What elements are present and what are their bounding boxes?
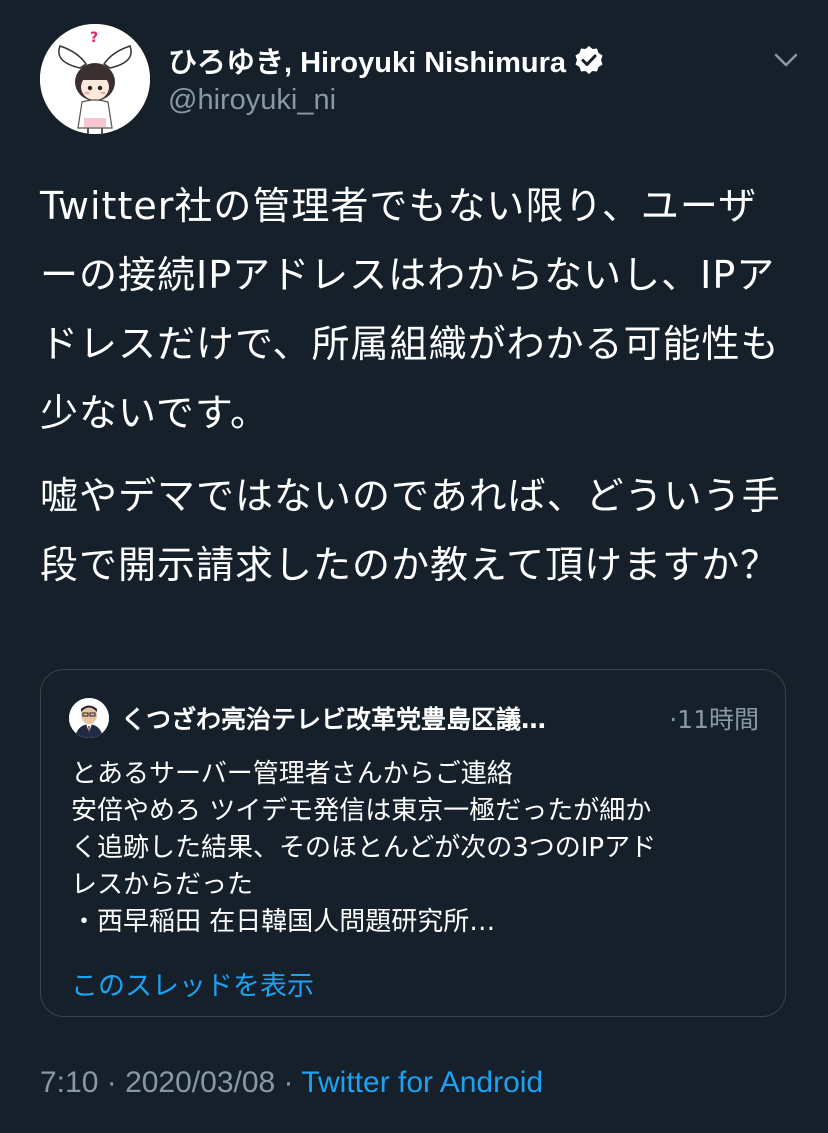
quoted-line: ・西早稲田 在日韓国人問題研究所…	[71, 907, 496, 937]
quoted-line: く追跡した結果、そのほとんどが次の3つのIPアド	[71, 833, 657, 863]
meta-separator: ·	[275, 1066, 302, 1099]
tweet-paragraph-2: 嘘やデマではないのであれば、どういう手段で開示請求したのか教えて頂けますか？	[40, 474, 781, 587]
tweet-body: Twitter社の管理者でもない限り、ユーザーの接続IPアドレスはわからないし、…	[40, 172, 790, 600]
author-display-name[interactable]: ひろゆき, Hiroyuki Nishimura	[168, 39, 566, 81]
display-name-row: ひろゆき, Hiroyuki Nishimura	[168, 38, 728, 82]
verified-badge-icon	[574, 45, 604, 75]
tweet-time: 7:10	[40, 1066, 99, 1099]
tweet-meta: 7:10 · 2020/03/08 · Twitter for Android	[40, 1066, 543, 1100]
quoted-author-avatar	[69, 698, 109, 738]
author-handle[interactable]: @hiroyuki_ni	[168, 84, 728, 124]
quoted-line: 安倍やめろ ツイデモ発信は東京一極だったが細か	[71, 796, 652, 826]
author-names: ひろゆき, Hiroyuki Nishimura @hiroyuki_ni	[168, 38, 728, 124]
quoted-author-name[interactable]: くつざわ亮治テレビ改革党豊島区議…	[121, 700, 641, 736]
quoted-tweet-card[interactable]: くつざわ亮治テレビ改革党豊島区議… ·11時間 とあるサーバー管理者さんからご連…	[40, 669, 786, 1017]
tweet-date: 2020/03/08	[125, 1066, 276, 1099]
anime-girl-avatar-icon: ?	[40, 24, 150, 134]
quoted-line: レスからだった	[71, 870, 254, 900]
quoted-line: とあるサーバー管理者さんからご連絡	[71, 759, 513, 789]
chevron-down-icon[interactable]	[772, 46, 800, 74]
quoted-tweet-body: とあるサーバー管理者さんからご連絡 安倍やめろ ツイデモ発信は東京一極だったが細…	[71, 756, 761, 941]
quoted-tweet-header: くつざわ亮治テレビ改革党豊島区議… ·11時間	[69, 698, 759, 738]
tweet-source-link[interactable]: Twitter for Android	[301, 1066, 543, 1099]
quoted-tweet-time: ·11時間	[669, 705, 759, 734]
meta-separator: ·	[98, 1066, 126, 1099]
svg-text:?: ?	[90, 30, 98, 46]
man-in-suit-avatar-icon	[69, 698, 109, 738]
show-thread-link[interactable]: このスレッドを表示	[71, 964, 314, 1003]
author-avatar[interactable]: ?	[40, 24, 150, 134]
tweet-paragraph-1: Twitter社の管理者でもない限り、ユーザーの接続IPアドレスはわからないし、…	[40, 184, 780, 435]
tweet-header: ? ひろゆき, Hiroyuki Nishimura @hiroyuki_ni	[40, 24, 800, 136]
